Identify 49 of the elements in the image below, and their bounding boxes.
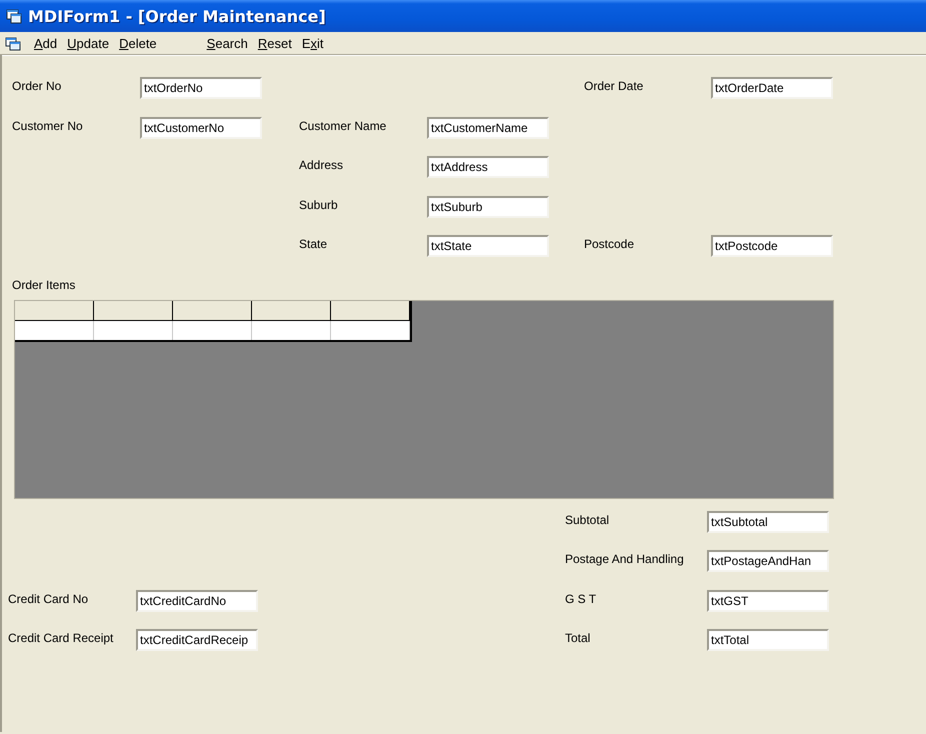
grid-cell[interactable] <box>331 320 410 340</box>
column-header[interactable] <box>331 300 410 320</box>
text-field[interactable]: txtCreditCardReceip <box>136 629 258 651</box>
grid-cell[interactable] <box>173 320 252 340</box>
text-field[interactable]: txtOrderDate <box>711 77 833 99</box>
menu-item[interactable]: Delete <box>114 36 162 50</box>
field-label: Credit Card No <box>8 590 90 608</box>
field-label: Suburb <box>299 196 339 214</box>
field-label: Total <box>565 630 592 647</box>
field-label: Subtotal <box>565 512 610 528</box>
menu-item[interactable]: Update <box>62 36 114 50</box>
text-field[interactable]: txtSuburb <box>427 196 549 218</box>
text-field[interactable]: txtCustomerName <box>427 116 549 138</box>
field-label: Postcode <box>584 236 636 253</box>
text-field[interactable]: txtCustomerNo <box>140 116 262 138</box>
column-header[interactable] <box>15 300 94 320</box>
text-field[interactable]: txtOrderNo <box>140 77 262 99</box>
menu-item[interactable]: Exit <box>296 36 329 50</box>
field-label: Address <box>299 157 344 174</box>
text-field[interactable]: txtState <box>427 235 549 257</box>
field-label: Order No <box>12 78 62 95</box>
window-icon[interactable] <box>5 35 21 51</box>
field-label: Customer Name <box>299 118 388 134</box>
text-field[interactable]: txtGST <box>707 590 829 612</box>
field-label: Customer No <box>12 118 84 134</box>
column-header[interactable] <box>252 300 331 320</box>
menu-item[interactable]: Search <box>202 36 253 50</box>
text-field[interactable]: txtCreditCardNo <box>136 590 258 612</box>
field-label: G S T <box>565 590 598 608</box>
window-icon <box>6 8 22 24</box>
column-header[interactable] <box>173 300 252 320</box>
field-label: Postage And Handling <box>565 551 685 568</box>
field-label: Credit Card Receipt <box>8 630 114 647</box>
order-items-grid[interactable] <box>14 300 834 498</box>
field-label: Order Date <box>584 78 644 95</box>
text-field[interactable]: txtSubtotal <box>707 510 829 532</box>
grid-cell[interactable] <box>252 320 331 340</box>
text-field[interactable]: txtTotal <box>707 629 829 651</box>
grid-cell[interactable] <box>94 320 173 340</box>
text-field[interactable]: txtAddress <box>427 156 549 178</box>
window-title: MDIForm1 - [Order Maintenance] <box>28 6 326 26</box>
menu-item[interactable]: Reset <box>252 36 297 50</box>
text-field[interactable]: txtPostageAndHan <box>707 550 829 572</box>
menu-item[interactable]: Add <box>29 36 62 50</box>
grid-cell[interactable] <box>15 320 94 340</box>
column-header[interactable] <box>94 300 173 320</box>
text-field[interactable]: txtPostcode <box>711 235 833 257</box>
field-label: State <box>299 236 328 253</box>
section-label: Order Items <box>11 276 76 294</box>
